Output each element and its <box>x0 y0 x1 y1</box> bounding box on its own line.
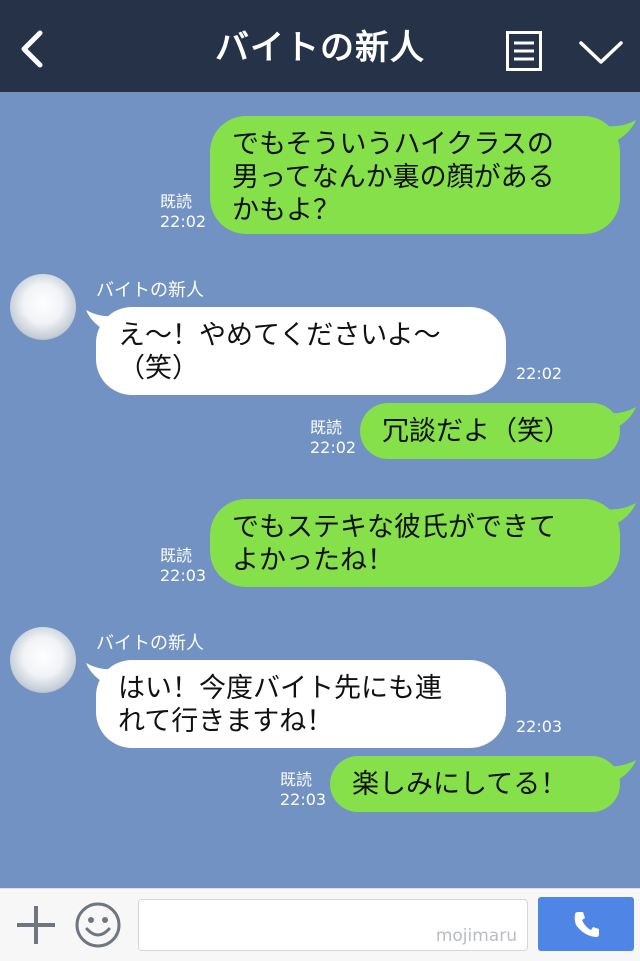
message-time: 22:03 <box>516 717 563 736</box>
bubble-tail <box>604 120 636 142</box>
message-time: 22:02 <box>516 364 563 383</box>
call-button[interactable] <box>538 897 634 951</box>
phone-icon <box>574 912 599 937</box>
bubble-tail <box>604 407 636 429</box>
menu-icon[interactable] <box>506 31 542 71</box>
watermark: mojimaru <box>435 926 517 946</box>
message-bubble[interactable]: はい！今度バイト先にも連 れて行きますね！ <box>96 660 506 748</box>
input-bar: mojimaru <box>0 888 640 961</box>
bubble-tail <box>604 503 636 525</box>
header-bar: バイトの新人 <box>0 0 640 92</box>
read-receipt: 既読 22:02 <box>160 192 207 231</box>
sender-name: バイトの新人 <box>96 633 204 654</box>
avatar[interactable] <box>10 627 76 693</box>
sender-name: バイトの新人 <box>96 280 204 301</box>
read-receipt: 既読 22:03 <box>280 770 327 809</box>
chat-title: バイトの新人 <box>215 28 425 68</box>
avatar[interactable] <box>10 274 76 340</box>
chevron-down-icon[interactable] <box>578 38 624 66</box>
message-bubble[interactable]: え〜！やめてくださいよ〜 （笑） <box>96 307 506 395</box>
plus-icon[interactable] <box>14 903 58 947</box>
message-bubble[interactable]: 冗談だよ（笑） <box>360 403 620 459</box>
read-receipt: 既読 22:02 <box>310 418 357 457</box>
smile-icon[interactable] <box>74 901 122 949</box>
message-input[interactable]: mojimaru <box>138 899 528 951</box>
read-receipt: 既読 22:03 <box>160 546 207 585</box>
bubble-tail <box>604 760 636 782</box>
message-bubble[interactable]: でもステキな彼氏ができて よかったね！ <box>210 499 620 587</box>
message-bubble[interactable]: 楽しみにしてる！ <box>330 756 620 812</box>
message-bubble[interactable]: でもそういうハイクラスの 男ってなんか裏の顔がある かもよ？ <box>210 116 620 234</box>
